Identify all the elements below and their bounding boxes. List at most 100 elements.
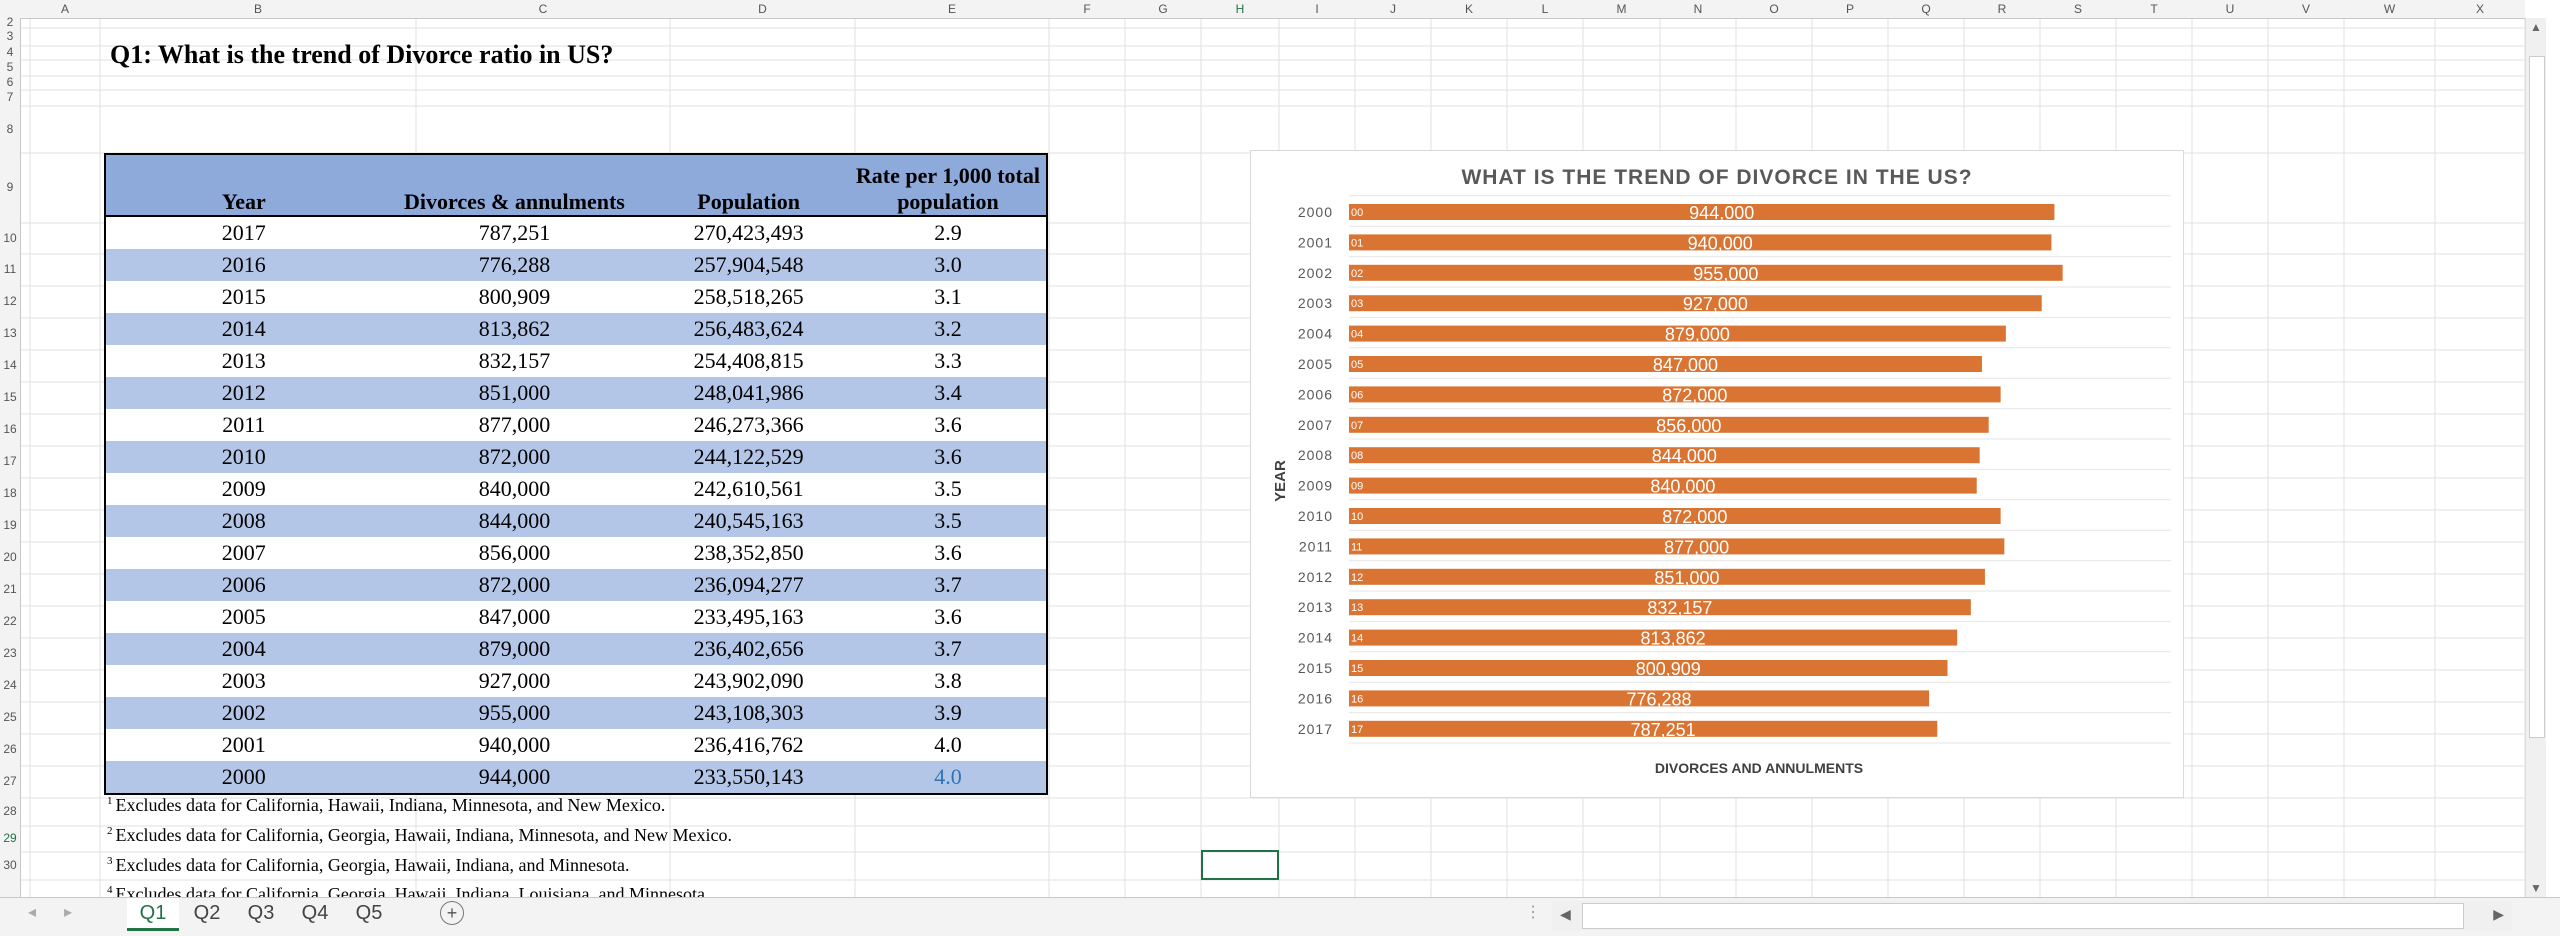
table-cell[interactable]: 244,122,529 — [647, 441, 850, 473]
table-cell[interactable]: 258,518,265 — [647, 281, 850, 313]
table-cell[interactable]: 3.0 — [849, 249, 1047, 281]
column-header-k[interactable]: K — [1431, 2, 1507, 16]
row-header-22[interactable]: 22 — [0, 614, 20, 628]
table-cell[interactable]: 3.6 — [849, 601, 1047, 633]
tab-q2[interactable]: Q2 — [181, 898, 233, 928]
table-cell[interactable]: 851,000 — [381, 377, 648, 409]
column-header-i[interactable]: I — [1279, 2, 1355, 16]
table-cell[interactable]: 2016 — [105, 249, 382, 281]
row-header-19[interactable]: 19 — [0, 518, 20, 532]
table-cell[interactable]: 236,094,277 — [647, 569, 850, 601]
row-header-5[interactable]: 5 — [0, 60, 20, 74]
row-header-26[interactable]: 26 — [0, 742, 20, 756]
column-header-x[interactable]: X — [2435, 2, 2525, 16]
table-cell[interactable]: 3.7 — [849, 569, 1047, 601]
tab-q4[interactable]: Q4 — [289, 898, 341, 928]
table-cell[interactable]: 872,000 — [381, 441, 648, 473]
table-cell[interactable]: 3.5 — [849, 473, 1047, 505]
table-cell[interactable]: 240,545,163 — [647, 505, 850, 537]
column-header-a[interactable]: A — [30, 2, 100, 16]
vertical-scrollbar[interactable]: ▲ ▼ — [2525, 18, 2546, 897]
table-header-year[interactable]: Year — [105, 154, 382, 217]
table-header-rate[interactable]: Rate per 1,000 total population — [849, 154, 1047, 217]
row-header-11[interactable]: 11 — [0, 262, 20, 276]
row-header-27[interactable]: 27 — [0, 774, 20, 788]
table-cell[interactable]: 3.4 — [849, 377, 1047, 409]
row-header-29[interactable]: 29 — [0, 831, 20, 845]
table-cell[interactable]: 940,000 — [381, 729, 648, 761]
table-cell[interactable]: 3.8 — [849, 665, 1047, 697]
table-cell[interactable]: 257,904,548 — [647, 249, 850, 281]
table-cell[interactable]: 2008 — [105, 505, 382, 537]
column-header-e[interactable]: E — [855, 2, 1049, 16]
table-cell[interactable]: 2000 — [105, 761, 382, 795]
row-header-18[interactable]: 18 — [0, 486, 20, 500]
table-cell[interactable]: 270,423,493 — [647, 216, 850, 249]
table-cell[interactable]: 3.5 — [849, 505, 1047, 537]
table-cell[interactable]: 2002 — [105, 697, 382, 729]
table-cell[interactable]: 856,000 — [381, 537, 648, 569]
tab-q3[interactable]: Q3 — [235, 898, 287, 928]
row-header-28[interactable]: 28 — [0, 804, 20, 818]
table-cell[interactable]: 2007 — [105, 537, 382, 569]
column-header-o[interactable]: O — [1736, 2, 1812, 16]
table-cell[interactable]: 4.0 — [849, 761, 1047, 795]
table-cell[interactable]: 800,909 — [381, 281, 648, 313]
row-header-12[interactable]: 12 — [0, 294, 20, 308]
row-header-25[interactable]: 25 — [0, 710, 20, 724]
column-header-v[interactable]: V — [2268, 2, 2344, 16]
table-cell[interactable]: 2009 — [105, 473, 382, 505]
table-cell[interactable]: 3.9 — [849, 697, 1047, 729]
table-cell[interactable]: 944,000 — [381, 761, 648, 795]
table-cell[interactable]: 832,157 — [381, 345, 648, 377]
table-cell[interactable]: 243,902,090 — [647, 665, 850, 697]
table-cell[interactable]: 840,000 — [381, 473, 648, 505]
horizontal-scroll-thumb[interactable] — [1582, 903, 2464, 929]
chart-title[interactable]: WHAT IS THE TREND OF DIVORCE IN THE US? — [1461, 166, 1972, 189]
column-header-b[interactable]: B — [100, 2, 416, 16]
row-header-7[interactable]: 7 — [0, 90, 20, 104]
table-header-population[interactable]: Population — [647, 154, 850, 217]
table-cell[interactable]: 242,610,561 — [647, 473, 850, 505]
bar-chart[interactable]: WHAT IS THE TREND OF DIVORCE IN THE US? 2… — [1250, 150, 2184, 798]
row-header-23[interactable]: 23 — [0, 646, 20, 660]
row-header-30[interactable]: 30 — [0, 858, 20, 872]
table-cell[interactable]: 2010 — [105, 441, 382, 473]
table-cell[interactable]: 847,000 — [381, 601, 648, 633]
tab-q5[interactable]: Q5 — [343, 898, 395, 928]
column-header-q[interactable]: Q — [1888, 2, 1964, 16]
table-cell[interactable]: 236,416,762 — [647, 729, 850, 761]
table-cell[interactable]: 4.0 — [849, 729, 1047, 761]
table-cell[interactable]: 256,483,624 — [647, 313, 850, 345]
row-header-24[interactable]: 24 — [0, 678, 20, 692]
table-cell[interactable]: 927,000 — [381, 665, 648, 697]
scroll-down-arrow-icon[interactable]: ▼ — [2530, 881, 2542, 895]
table-cell[interactable]: 776,288 — [381, 249, 648, 281]
row-header-13[interactable]: 13 — [0, 326, 20, 340]
table-cell[interactable]: 2005 — [105, 601, 382, 633]
column-header-j[interactable]: J — [1355, 2, 1431, 16]
column-header-r[interactable]: R — [1964, 2, 2040, 16]
table-cell[interactable]: 3.7 — [849, 633, 1047, 665]
add-sheet-icon[interactable]: + — [440, 901, 464, 925]
table-cell[interactable]: 2017 — [105, 216, 382, 249]
column-header-n[interactable]: N — [1660, 2, 1736, 16]
column-header-f[interactable]: F — [1049, 2, 1125, 16]
row-header-2[interactable]: 2 — [0, 15, 20, 29]
scroll-left-arrow-icon[interactable]: ◀ — [1560, 906, 1571, 923]
table-cell[interactable]: 879,000 — [381, 633, 648, 665]
table-cell[interactable]: 872,000 — [381, 569, 648, 601]
table-cell[interactable]: 254,408,815 — [647, 345, 850, 377]
table-cell[interactable]: 813,862 — [381, 313, 648, 345]
row-header-15[interactable]: 15 — [0, 390, 20, 404]
table-cell[interactable]: 3.6 — [849, 409, 1047, 441]
column-header-l[interactable]: L — [1507, 2, 1583, 16]
table-cell[interactable]: 233,495,163 — [647, 601, 850, 633]
tab-scroll-right-icon[interactable]: ▸ — [64, 902, 72, 922]
column-header-g[interactable]: G — [1125, 2, 1201, 16]
table-cell[interactable]: 2012 — [105, 377, 382, 409]
table-cell[interactable]: 2001 — [105, 729, 382, 761]
vertical-scroll-thumb[interactable] — [2529, 56, 2545, 738]
table-cell[interactable]: 3.3 — [849, 345, 1047, 377]
table-cell[interactable]: 2015 — [105, 281, 382, 313]
